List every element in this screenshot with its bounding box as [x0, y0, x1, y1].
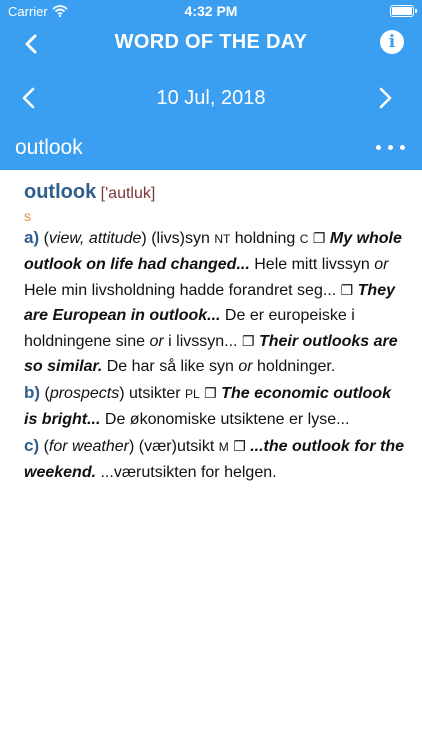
example-translation: ...værutsikten for helgen. — [100, 464, 277, 481]
dot-icon — [388, 145, 393, 150]
sense-b: b) (prospects) utsikter PL ❐ The economi… — [24, 382, 391, 429]
example-translation: holdninger. — [257, 358, 336, 375]
example-translation: De økonomiske utsiktene er lyse... — [104, 411, 350, 428]
or-word: or — [149, 332, 164, 350]
sense-gloss: prospects — [49, 384, 120, 402]
gender-tag: PL — [185, 386, 200, 401]
translation: holdning — [234, 229, 296, 247]
date-bar: 10 Jul, 2018 — [0, 68, 422, 128]
gender-tag: NT — [214, 231, 231, 246]
headword: outlook — [24, 181, 97, 203]
info-button[interactable]: i — [380, 30, 404, 54]
example-box-icon: ❐ — [312, 229, 326, 246]
sense-label: c) — [24, 435, 40, 455]
example-box-icon: ❐ — [340, 281, 354, 298]
example-box-icon: ❐ — [241, 332, 255, 349]
dot-icon — [400, 145, 405, 150]
entry-header: outlook ['autluk] — [24, 180, 404, 207]
chevron-right-icon — [379, 87, 392, 109]
translation: utsikter — [128, 384, 181, 402]
example-translation: i livssyn... — [168, 332, 238, 350]
battery-icon — [390, 5, 417, 17]
pronunciation: ['autluk] — [100, 185, 156, 202]
sense-gloss: for weather — [48, 437, 129, 455]
translation: (livs)syn — [151, 229, 210, 247]
example-box-icon: ❐ — [204, 384, 217, 401]
or-word: or — [238, 358, 253, 375]
current-date: 10 Jul, 2018 — [156, 87, 266, 109]
status-time: 4:32 PM — [184, 3, 238, 19]
translation: (vær)utsikt — [138, 437, 215, 455]
or-word: or — [374, 256, 389, 273]
dictionary-entry: outlook ['autluk] s a) (view, attitude) … — [24, 180, 404, 486]
status-bar: Carrier 4:32 PM — [0, 0, 422, 22]
sense-label: b) — [24, 382, 41, 402]
page-title: WORD OF THE DAY — [114, 31, 308, 53]
word-title: outlook — [15, 136, 83, 159]
word-header: outlook — [0, 128, 422, 170]
sense-c: c) (for weather) (vær)utsikt M ❐ ...the … — [24, 435, 404, 482]
gender-tag: C — [299, 231, 309, 246]
part-of-speech: s — [24, 207, 31, 224]
example-translation: Hele min livsholdning hadde forandret se… — [24, 281, 337, 299]
navigation-bar: WORD OF THE DAY i — [0, 22, 422, 68]
example-box-icon: ❐ — [233, 437, 246, 454]
sense-a: a) (view, attitude) (livs)syn NT holdnin… — [24, 227, 402, 376]
next-day-button[interactable] — [376, 86, 394, 115]
sense-gloss: view, attitude — [48, 229, 142, 247]
example-translation: De har så like syn — [106, 358, 234, 375]
example-translation: Hele mitt livssyn — [254, 256, 370, 273]
dot-icon — [376, 145, 381, 150]
sense-label: a) — [24, 227, 40, 247]
gender-tag: M — [218, 439, 229, 454]
more-options-button[interactable] — [376, 138, 408, 158]
